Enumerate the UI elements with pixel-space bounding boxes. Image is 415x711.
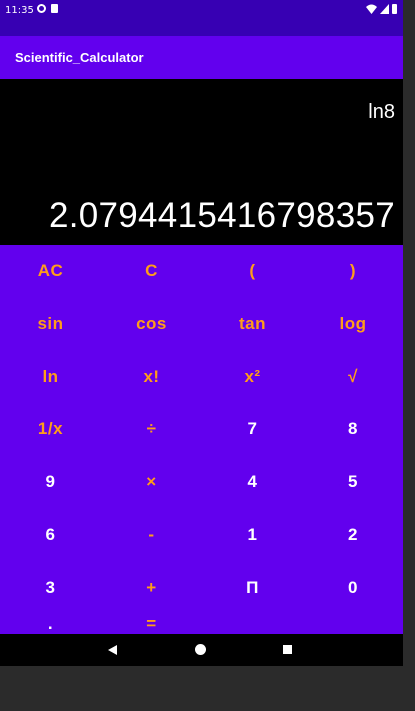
- battery-icon: [392, 4, 397, 14]
- calculator-display: ln8 2.0794415416798357: [0, 79, 403, 245]
- digit-9-button[interactable]: 9: [0, 456, 101, 509]
- app-bar: Scientific_Calculator: [0, 36, 403, 79]
- status-right-icons: [366, 4, 397, 14]
- phone-screen: 11:35 Scientific_Calculator ln8 2.079441…: [0, 0, 403, 666]
- sqrt-button[interactable]: √: [303, 350, 403, 403]
- close-paren-button[interactable]: ): [303, 245, 403, 298]
- result-text: 2.0794415416798357: [48, 196, 395, 235]
- sin-button[interactable]: sin: [0, 298, 101, 351]
- signal-icon: [380, 4, 389, 14]
- subtract-button[interactable]: -: [101, 509, 202, 562]
- add-button[interactable]: +: [101, 561, 202, 614]
- digit-6-button[interactable]: 6: [0, 509, 101, 562]
- digit-2-button[interactable]: 2: [303, 509, 403, 562]
- wifi-icon: [366, 4, 377, 14]
- equals-button[interactable]: =: [101, 614, 202, 634]
- digit-3-button[interactable]: 3: [0, 561, 101, 614]
- open-paren-button[interactable]: (: [202, 245, 303, 298]
- expression-text: ln8: [368, 101, 395, 123]
- digit-4-button[interactable]: 4: [202, 456, 303, 509]
- keypad: AC C() sin cos tan log ln x! x² √ 1/x ÷ 7 8 9 × 4 5 6-1 2 3 +…: [0, 245, 403, 634]
- digit-7-button[interactable]: 7: [202, 403, 303, 456]
- pi-button[interactable]: Π: [202, 561, 303, 614]
- digit-1-button[interactable]: 1: [202, 509, 303, 562]
- notification-icon: [37, 4, 46, 13]
- divide-button[interactable]: ÷: [101, 403, 202, 456]
- square-button[interactable]: x²: [202, 350, 303, 403]
- cos-button[interactable]: cos: [101, 298, 202, 351]
- clear-button[interactable]: C: [101, 245, 202, 298]
- navigation-bar: [0, 634, 403, 666]
- all-clear-button[interactable]: AC: [0, 245, 101, 298]
- recents-square-icon[interactable]: [283, 645, 292, 654]
- log-button[interactable]: log: [303, 298, 403, 351]
- home-circle-icon[interactable]: [195, 644, 206, 655]
- sd-card-icon: [51, 4, 58, 13]
- status-bar: 11:35: [0, 0, 403, 36]
- back-triangle-icon[interactable]: [108, 645, 117, 655]
- digit-0-button[interactable]: 0: [303, 561, 403, 614]
- digit-8-button[interactable]: 8: [303, 403, 403, 456]
- factorial-button[interactable]: x!: [101, 350, 202, 403]
- digit-5-button[interactable]: 5: [303, 456, 403, 509]
- decimal-button[interactable]: .: [0, 614, 101, 634]
- ln-button[interactable]: ln: [0, 350, 101, 403]
- status-time: 11:35: [5, 5, 34, 16]
- status-left-icons: [37, 4, 58, 13]
- tan-button[interactable]: tan: [202, 298, 303, 351]
- app-title: Scientific_Calculator: [15, 50, 144, 65]
- reciprocal-button[interactable]: 1/x: [0, 403, 101, 456]
- multiply-button[interactable]: ×: [101, 456, 202, 509]
